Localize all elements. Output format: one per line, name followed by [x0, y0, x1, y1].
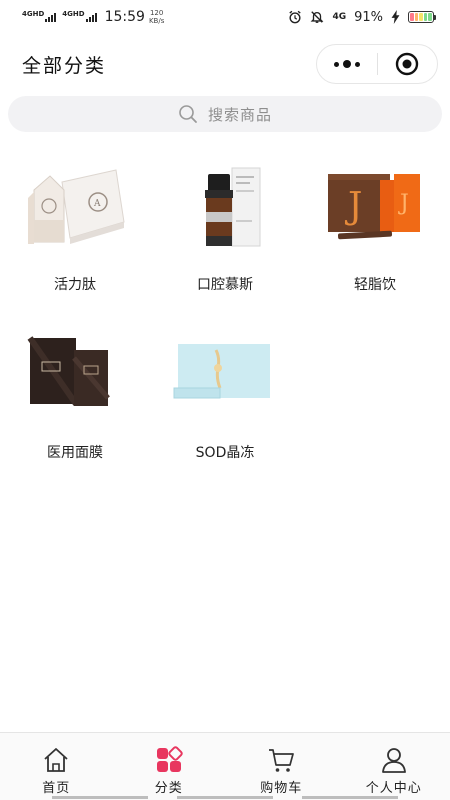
- svg-text:J: J: [398, 191, 409, 216]
- speed-unit: KB/s: [148, 17, 165, 25]
- target-circle-icon[interactable]: [378, 52, 438, 76]
- category-item-jelly[interactable]: SOD晶冻: [150, 318, 300, 478]
- tab-label: 首页: [42, 781, 71, 796]
- category-label: SOD晶冻: [195, 445, 255, 461]
- tab-home[interactable]: 首页: [0, 733, 113, 800]
- category-icon: [156, 746, 183, 772]
- search-bar[interactable]: 搜索商品: [8, 96, 442, 132]
- person-icon: [381, 748, 406, 773]
- category-item-mask[interactable]: 医用面膜: [0, 318, 150, 478]
- alarm-icon: [289, 10, 302, 24]
- tab-cart[interactable]: 购物车: [225, 733, 338, 800]
- svg-text:A: A: [93, 199, 101, 209]
- product-drink-image: J J: [320, 160, 430, 250]
- product-mask-image: [20, 328, 130, 418]
- product-peptide-image: A: [20, 160, 130, 250]
- category-label: 轻脂饮: [354, 277, 396, 293]
- search-icon: [179, 105, 197, 123]
- signal-bars-icon: [45, 12, 57, 22]
- tab-label: 购物车: [260, 781, 303, 796]
- category-item-drink[interactable]: J J 轻脂饮: [300, 150, 450, 310]
- category-label: 活力肽: [54, 277, 96, 293]
- product-jelly-image: [170, 328, 280, 418]
- category-label: 口腔慕斯: [197, 277, 253, 293]
- nav-header: 全部分类: [0, 34, 450, 94]
- product-mousse-image: [170, 160, 280, 250]
- sim2-label: 4GHD: [62, 9, 85, 18]
- cart-icon: [269, 749, 295, 772]
- category-label: 医用面膜: [47, 445, 103, 461]
- home-icon: [44, 748, 68, 772]
- page-title: 全部分类: [22, 54, 107, 77]
- signal-sim2: 4GHD: [62, 9, 97, 22]
- more-dots-icon[interactable]: [317, 60, 377, 68]
- tab-category[interactable]: 分类: [113, 733, 226, 800]
- category-item-peptide[interactable]: A 活力肽: [0, 150, 150, 310]
- category-item-mousse[interactable]: 口腔慕斯: [150, 150, 300, 310]
- search-placeholder: 搜索商品: [207, 105, 272, 124]
- charging-bolt-icon: [391, 10, 400, 24]
- battery-percent: 91%: [354, 9, 383, 25]
- home-indicator: [0, 796, 450, 800]
- battery-icon: [408, 11, 436, 23]
- mute-bell-icon: [311, 11, 324, 23]
- bottom-tab-bar: 首页 分类 购物车 个人中心: [0, 732, 450, 800]
- tab-label: 分类: [154, 781, 183, 796]
- status-time: 15:59: [104, 9, 145, 25]
- signal-sim1: 4GHD: [22, 9, 57, 22]
- tab-profile[interactable]: 个人中心: [338, 733, 450, 800]
- status-icons: 4G 91%: [288, 10, 436, 25]
- network-type: 4G: [332, 12, 347, 22]
- signal-bars-icon: [85, 12, 97, 22]
- tab-label: 个人中心: [365, 781, 422, 796]
- status-bar: 4GHD 4GHD 15:59 120 KB/s 4G 91%: [0, 0, 450, 34]
- network-speed: 120 KB/s: [149, 9, 164, 25]
- speed-value: 120: [149, 9, 164, 17]
- sim1-label: 4GHD: [22, 9, 45, 18]
- mini-program-capsule: [316, 44, 438, 84]
